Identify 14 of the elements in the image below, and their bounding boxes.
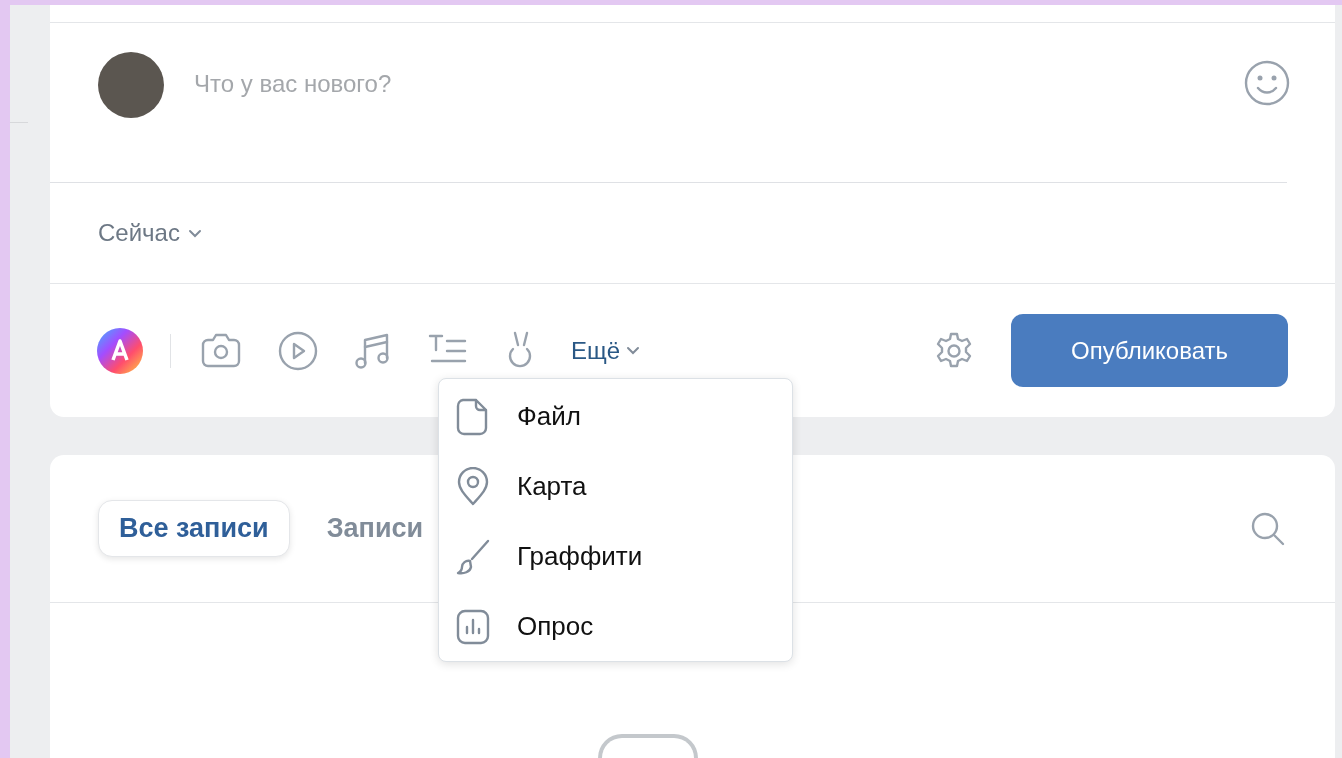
rainbow-letter-icon[interactable] <box>96 326 144 375</box>
menu-item[interactable]: Граффити <box>455 538 792 575</box>
publish-button[interactable]: Опубликовать <box>1011 314 1288 387</box>
time-dropdown[interactable]: Сейчас <box>98 219 202 247</box>
location-pin-icon <box>455 466 491 507</box>
emoji-icon[interactable] <box>1243 59 1291 107</box>
more-dropdown[interactable]: Ещё <box>571 336 641 365</box>
menu-item[interactable]: Опрос <box>455 608 792 645</box>
menu-item[interactable]: Карта <box>455 468 792 505</box>
feed-tab[interactable]: Все записи <box>98 500 290 557</box>
chevron-icon <box>626 346 641 355</box>
chevron-icon <box>187 228 202 238</box>
menu-item[interactable]: Файл <box>455 398 792 435</box>
play-icon[interactable] <box>277 329 319 372</box>
